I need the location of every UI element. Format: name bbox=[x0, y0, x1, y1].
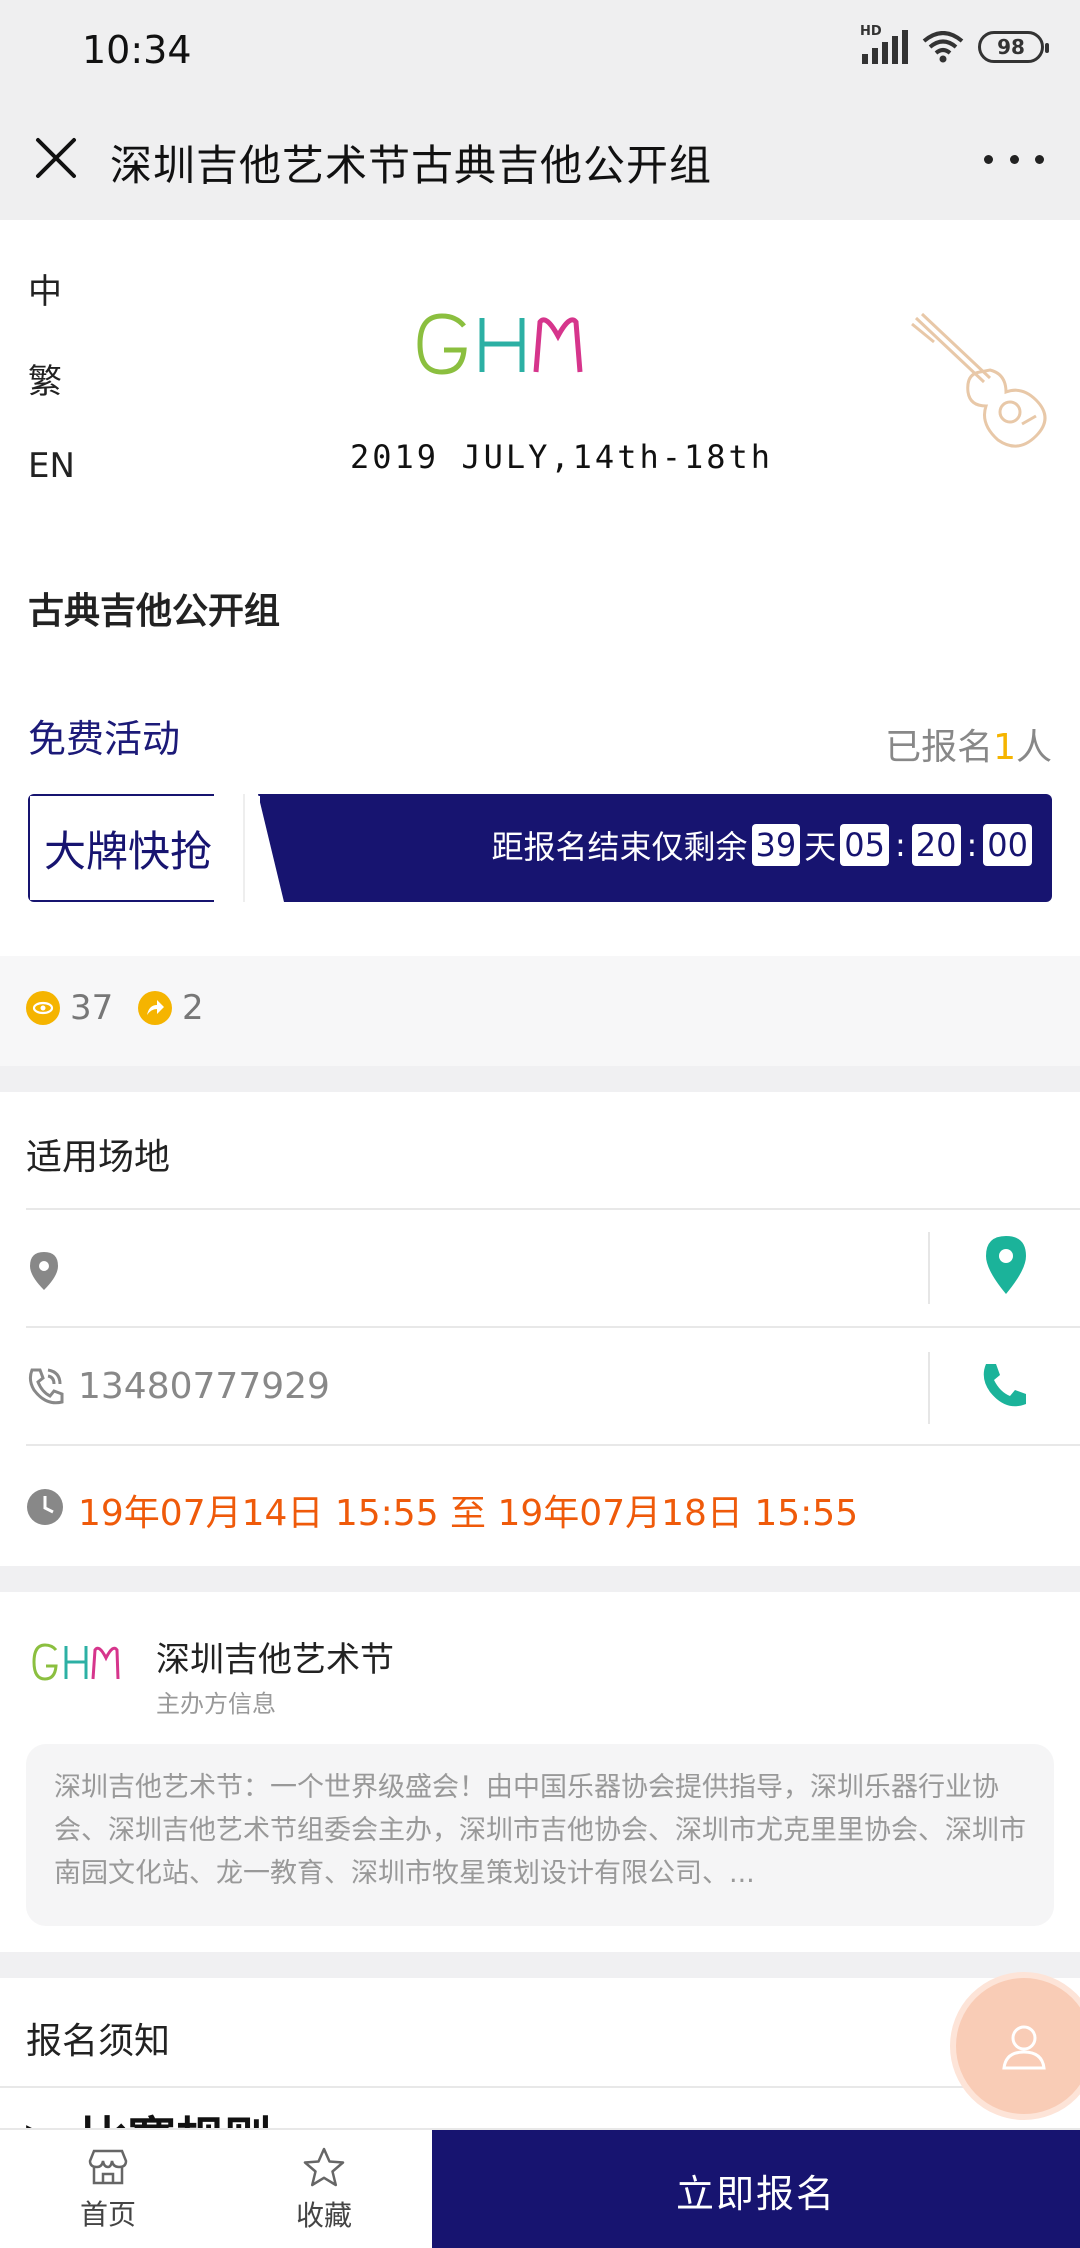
tab-favorite[interactable]: 收藏 bbox=[216, 2130, 432, 2248]
event-banner: 中 繁 EN 2019 JULY,14th-18th bbox=[0, 220, 1080, 530]
ghm-logo bbox=[417, 313, 583, 375]
more-options-icon[interactable] bbox=[984, 134, 1044, 184]
bottom-bar: 首页 收藏 立即报名 bbox=[0, 2128, 1080, 2248]
store-icon bbox=[88, 2149, 128, 2185]
section-gap bbox=[0, 1952, 1080, 1978]
organizer-subtitle: 主办方信息 bbox=[156, 1690, 276, 1718]
countdown-prefix: 距报名结束仅剩余 bbox=[491, 828, 748, 866]
signal-icon: HD bbox=[860, 24, 908, 64]
organizer-description[interactable]: 深圳吉他艺术节：一个世界级盛会！由中国乐器协会提供指导，深圳乐器行业协会、深圳吉… bbox=[26, 1744, 1054, 1926]
signup-suffix: 人 bbox=[1015, 727, 1052, 768]
guitar-icon bbox=[911, 312, 1047, 448]
registration-notice-label: 报名须知 bbox=[26, 2021, 171, 2062]
promo-slant-shape bbox=[214, 794, 284, 902]
banner-date: 2019 JULY,14th-18th bbox=[350, 438, 774, 476]
lang-english[interactable]: EN bbox=[28, 446, 75, 486]
map-marker-icon[interactable] bbox=[984, 1234, 1028, 1296]
tab-favorite-label: 收藏 bbox=[295, 2199, 352, 2232]
network-type: HD bbox=[860, 24, 882, 39]
price-label: 免费活动 bbox=[28, 717, 181, 761]
nav-bar: 深圳吉他艺术节古典吉他公开组 bbox=[0, 100, 1080, 220]
share-count-value: 2 bbox=[182, 988, 204, 1028]
location-pin-icon bbox=[30, 1252, 58, 1290]
close-icon[interactable] bbox=[28, 130, 84, 186]
lang-traditional[interactable]: 繁 bbox=[28, 354, 62, 403]
countdown-seconds: 00 bbox=[983, 824, 1032, 866]
tab-home-label: 首页 bbox=[79, 2198, 136, 2231]
section-gap bbox=[0, 1566, 1080, 1592]
signup-count: 已报名1人 bbox=[885, 718, 1052, 770]
share-icon bbox=[138, 991, 172, 1025]
promo-tag-label: 大牌快抢 bbox=[44, 826, 213, 876]
lang-simplified[interactable]: 中 bbox=[28, 264, 62, 313]
vertical-separator bbox=[928, 1232, 930, 1304]
status-time: 10:34 bbox=[82, 28, 192, 72]
organizer-logo bbox=[32, 1643, 120, 1681]
phone-number: 13480777929 bbox=[78, 1366, 330, 1407]
contact-button[interactable] bbox=[950, 1972, 1080, 2120]
eye-icon bbox=[26, 991, 60, 1025]
signup-button-label: 立即报名 bbox=[675, 2171, 836, 2216]
countdown-minutes: 20 bbox=[911, 824, 961, 866]
divider bbox=[26, 1326, 1080, 1328]
divider bbox=[26, 1208, 1080, 1210]
view-count: 37 bbox=[26, 988, 113, 1028]
signup-number: 1 bbox=[993, 727, 1016, 768]
clock-icon bbox=[27, 1489, 63, 1525]
organizer-name[interactable]: 深圳吉他艺术节 bbox=[156, 1632, 394, 1681]
countdown-days: 39 bbox=[751, 824, 801, 866]
event-title: 古典吉他公开组 bbox=[28, 591, 281, 632]
status-bar: 10:34 HD 98 bbox=[0, 0, 1080, 100]
venue-label: 适用场地 bbox=[26, 1137, 171, 1178]
battery-icon: 98 bbox=[978, 31, 1049, 63]
divider bbox=[0, 2086, 1080, 2088]
phone-outline-icon bbox=[28, 1368, 64, 1405]
event-time-range: 19年07月14日 15:55 至 19年07月18日 15:55 bbox=[78, 1493, 859, 1534]
view-count-value: 37 bbox=[70, 988, 114, 1028]
user-icon bbox=[1002, 2025, 1046, 2070]
stats-bar: 37 2 bbox=[0, 956, 1080, 1066]
call-icon[interactable] bbox=[978, 1360, 1030, 1412]
rules-heading: ▶ 比赛规则 bbox=[26, 2110, 272, 2130]
promo-countdown-banner: 大牌快抢 距报名结束仅剩余 39 天 05:20:00 bbox=[28, 794, 1052, 902]
battery-level: 98 bbox=[997, 35, 1025, 59]
share-count: 2 bbox=[138, 988, 204, 1028]
divider bbox=[26, 1444, 1080, 1446]
signup-prefix: 已报名 bbox=[885, 727, 994, 768]
countdown: 距报名结束仅剩余 39 天 05:20:00 bbox=[492, 822, 1036, 868]
star-icon bbox=[303, 2147, 345, 2187]
wifi-icon bbox=[922, 31, 964, 63]
countdown-days-unit: 天 bbox=[804, 828, 837, 866]
vertical-separator bbox=[928, 1352, 930, 1424]
tab-home[interactable]: 首页 bbox=[0, 2130, 216, 2248]
page-title: 深圳吉他艺术节古典吉他公开组 bbox=[110, 141, 713, 190]
signup-button[interactable]: 立即报名 bbox=[432, 2130, 1080, 2248]
countdown-hours: 05 bbox=[840, 824, 889, 866]
section-gap bbox=[0, 1066, 1080, 1092]
status-icons: HD 98 bbox=[860, 24, 1049, 64]
